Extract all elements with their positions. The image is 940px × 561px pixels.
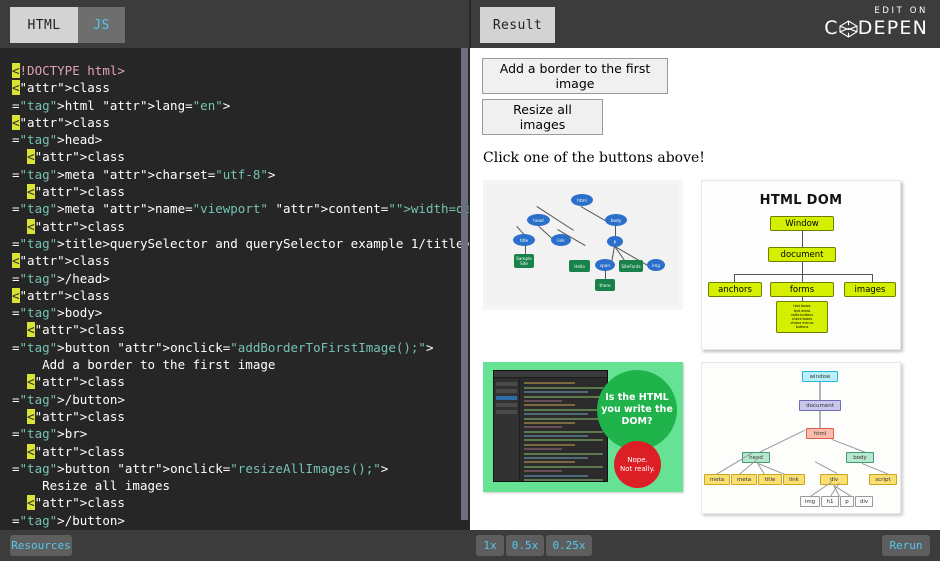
result-message: Click one of the buttons above!	[483, 150, 928, 166]
tab-result-label: Result	[493, 18, 542, 33]
pastel-node-script: script	[869, 474, 897, 485]
tab-html-label: HTML	[28, 18, 61, 33]
code-content: <!DOCTYPE html> <"attr">class ="tag">html …	[0, 48, 470, 530]
editor-tab-bar: HTML JS	[0, 0, 470, 48]
answer-line-1: Nope.	[620, 456, 655, 465]
result-image-2[interactable]: HTML DOM Window document anchors forms i…	[701, 180, 901, 350]
codepen-embed: HTML JS Result EDIT ON C DEPEN <!DOCTYPE…	[0, 0, 940, 561]
zoom-025x-button[interactable]: 0.25x	[546, 535, 592, 556]
zoom-025x-label: 0.25x	[552, 539, 585, 552]
code-line: <"attr">class	[12, 287, 470, 304]
form-control-5: buttons	[796, 325, 809, 329]
result-bottom-bar: 1x 0.5x 0.25x Rerun	[470, 530, 940, 561]
rerun-button[interactable]: Rerun	[882, 535, 930, 556]
result-image-1[interactable]: html head body title link Sample Site p …	[483, 180, 683, 310]
pastel-node-meta-2: meta	[731, 474, 757, 485]
result-tab-bar: Result EDIT ON C DEPEN	[470, 0, 940, 48]
code-line: Resize all images	[12, 477, 470, 494]
tab-html[interactable]: HTML	[10, 7, 78, 43]
code-line: <"attr">class	[12, 494, 470, 511]
tab-js-label: JS	[93, 18, 109, 33]
pastel-node-document: document	[799, 400, 841, 411]
codepen-wordmark-left: C	[824, 17, 838, 39]
pastel-node-div-child: div	[855, 496, 873, 507]
pastel-node-div: div	[820, 474, 848, 485]
code-line: Add a border to the first image	[12, 356, 470, 373]
pastel-node-p: p	[840, 496, 854, 507]
edit-on-label: EDIT ON	[824, 6, 928, 17]
pastel-node-title: title	[758, 474, 782, 485]
codepen-logo[interactable]: EDIT ON C DEPEN	[824, 6, 928, 39]
pastel-node-link: link	[783, 474, 805, 485]
code-line: <"attr">class	[12, 321, 470, 338]
code-line: <"attr">class	[12, 373, 470, 390]
rerun-label: Rerun	[889, 539, 922, 552]
result-image-3[interactable]: Is the HTML you write the DOM? Nope. Not…	[483, 362, 683, 492]
pastel-node-meta-1: meta	[704, 474, 730, 485]
tree-node-head: head	[527, 214, 550, 226]
code-line: <"attr">class	[12, 183, 470, 200]
codepen-hex-icon	[839, 19, 858, 38]
code-line: <"attr">class	[12, 79, 470, 96]
tree-node-img: img	[647, 259, 665, 271]
code-line: <!DOCTYPE html>	[12, 62, 470, 79]
html-code-editor[interactable]: <!DOCTYPE html> <"attr">class ="tag">html …	[0, 48, 470, 530]
tree-node-sitefonts: SiteFonts	[619, 260, 643, 272]
code-line: <"attr">class	[12, 148, 470, 165]
tree-node-p: p	[607, 236, 623, 247]
codepen-wordmark: C DEPEN	[824, 17, 928, 39]
dom-node-images: images	[844, 282, 896, 297]
code-line: <"attr">class	[12, 114, 470, 131]
tree-node-sample-site: Sample Site	[514, 254, 534, 268]
zoom-1x-label: 1x	[483, 539, 496, 552]
dom-node-form-controls: text boxes text areas radio buttons chec…	[776, 301, 828, 333]
pastel-node-img: img	[800, 496, 820, 507]
zoom-1x-button[interactable]: 1x	[476, 535, 504, 556]
tab-js[interactable]: JS	[78, 7, 125, 43]
pastel-node-body: body	[846, 452, 874, 463]
tab-result[interactable]: Result	[480, 7, 555, 43]
dom-question-bubble: Is the HTML you write the DOM?	[597, 370, 677, 450]
resize-images-button[interactable]: Resize all images	[482, 99, 603, 135]
editor-vertical-scrollbar[interactable]	[461, 48, 468, 520]
tree-node-html: html	[571, 194, 593, 206]
tree-node-title: title	[513, 234, 535, 246]
pastel-node-h1: h1	[821, 496, 839, 507]
editor-bottom-bar: Resources	[0, 530, 470, 561]
code-line: <"attr">class	[12, 443, 470, 460]
pastel-node-html: html	[806, 428, 834, 439]
result-image-4[interactable]: window document html head body meta meta…	[701, 362, 901, 514]
dom-answer-bubble: Nope. Not really.	[614, 441, 661, 488]
answer-line-2: Not really.	[620, 465, 655, 474]
tree-node-body: body	[605, 214, 627, 226]
add-border-button[interactable]: Add a border to the first image	[482, 58, 668, 94]
html-dom-title: HTML DOM	[708, 193, 894, 208]
tree-node-hello: Hello	[569, 260, 590, 272]
code-line: <"attr">class	[12, 408, 470, 425]
editor-screenshot-graphic	[493, 370, 608, 482]
dom-node-anchors: anchors	[708, 282, 762, 297]
tree-node-there: there	[595, 279, 615, 291]
code-line: <"attr">class	[12, 218, 470, 235]
dom-node-document: document	[768, 247, 836, 262]
result-image-grid: html head body title link Sample Site p …	[483, 180, 928, 514]
resources-button[interactable]: Resources	[10, 535, 72, 556]
codepen-wordmark-right: DEPEN	[858, 17, 928, 39]
result-preview-pane: Add a border to the first image Resize a…	[470, 48, 940, 530]
zoom-05x-button[interactable]: 0.5x	[506, 535, 544, 556]
resources-label: Resources	[11, 539, 71, 552]
pastel-node-head: head	[742, 452, 770, 463]
zoom-05x-label: 0.5x	[512, 539, 539, 552]
code-line: <"attr">class	[12, 252, 470, 269]
tree-node-span: span	[595, 259, 615, 271]
pastel-node-window: window	[802, 371, 838, 382]
dom-node-forms: forms	[770, 282, 834, 297]
tree-node-link: link	[551, 234, 571, 246]
dom-node-window: Window	[770, 216, 834, 231]
